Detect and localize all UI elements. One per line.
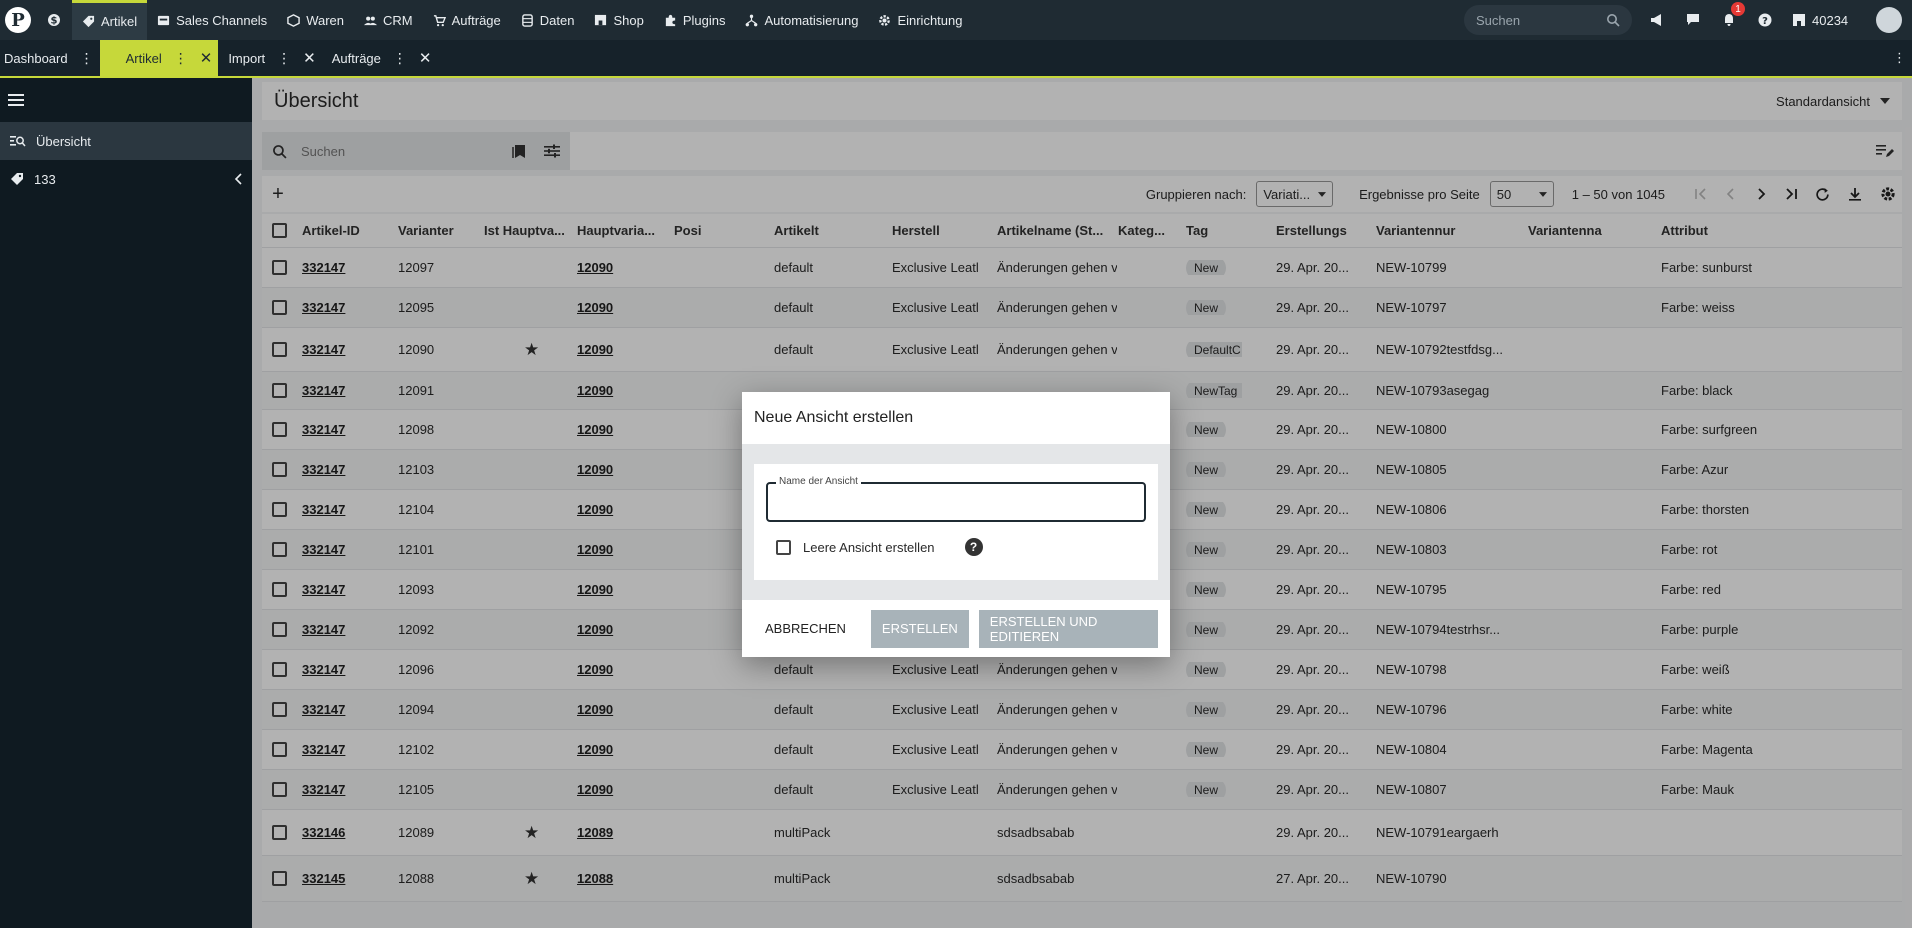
chat-icon[interactable] bbox=[1684, 11, 1702, 29]
nav-artikel[interactable]: Artikel bbox=[72, 0, 148, 40]
user-avatar[interactable] bbox=[1876, 7, 1902, 33]
boxes-icon bbox=[287, 13, 300, 27]
tab-dashboard[interactable]: Dashboard ⋮ bbox=[0, 40, 100, 76]
create-and-edit-button[interactable]: Erstellen und Editieren bbox=[978, 609, 1158, 648]
store-icon bbox=[1793, 14, 1805, 26]
store-switch[interactable]: 40234 bbox=[1792, 13, 1848, 28]
view-name-input[interactable] bbox=[768, 484, 1144, 520]
dollar-icon[interactable]: $ bbox=[36, 0, 72, 40]
dialog-form: Name der Ansicht Leere Ansicht erstellen… bbox=[754, 464, 1158, 580]
global-search-placeholder: Suchen bbox=[1476, 12, 1521, 28]
global-search[interactable]: Suchen bbox=[1464, 5, 1632, 35]
app-logo[interactable]: P bbox=[0, 0, 36, 40]
list-search-icon bbox=[10, 136, 26, 147]
shop-icon bbox=[595, 14, 607, 25]
view-name-label: Name der Ansicht bbox=[776, 476, 861, 487]
more-vert-icon[interactable]: ⋮ bbox=[174, 50, 188, 67]
nav-label: CRM bbox=[383, 12, 413, 28]
close-icon[interactable]: ✕ bbox=[303, 49, 316, 67]
view-name-field: Name der Ansicht bbox=[766, 476, 1146, 522]
menu-icon[interactable] bbox=[0, 78, 252, 122]
more-vert-icon[interactable]: ⋮ bbox=[393, 50, 407, 67]
dialog-actions: Abbrechen Erstellen Erstellen und Editie… bbox=[742, 600, 1170, 657]
puzzle-icon bbox=[665, 14, 675, 26]
close-icon[interactable]: ✕ bbox=[419, 49, 432, 67]
cancel-button[interactable]: Abbrechen bbox=[754, 610, 857, 648]
nav-automatisierung[interactable]: Automatisierung bbox=[735, 0, 868, 40]
empty-view-checkbox[interactable] bbox=[776, 539, 791, 555]
more-vert-icon[interactable]: ⋮ bbox=[277, 50, 291, 67]
tab-label: Artikel bbox=[125, 50, 162, 66]
sidebar-item-label: Übersicht bbox=[36, 133, 91, 149]
notification-badge: 1 bbox=[1731, 2, 1745, 16]
sidebar-item-uebersicht[interactable]: Übersicht bbox=[0, 122, 252, 160]
help-icon[interactable]: ? bbox=[1756, 11, 1774, 29]
flow-icon bbox=[746, 14, 758, 26]
tab-label: Import bbox=[228, 50, 266, 66]
svg-text:?: ? bbox=[1762, 16, 1768, 27]
help-icon[interactable]: ? bbox=[964, 538, 983, 556]
nav-label: Aufträge bbox=[451, 12, 501, 28]
top-navigation: P $ Artikel Sales Channels Waren CRM Auf… bbox=[0, 0, 1912, 40]
nav-waren[interactable]: Waren bbox=[277, 0, 354, 40]
sidebar: Übersicht 133 bbox=[0, 78, 252, 928]
dialog-title: Neue Ansicht erstellen bbox=[754, 409, 914, 426]
nav-label: Einrichtung bbox=[897, 12, 963, 28]
nav-daten[interactable]: Daten bbox=[511, 0, 585, 40]
nav-label: Automatisierung bbox=[764, 12, 859, 28]
dialog-body: Name der Ansicht Leere Ansicht erstellen… bbox=[742, 444, 1170, 600]
nav-label: Shop bbox=[613, 12, 644, 28]
more-vert-icon[interactable]: ⋮ bbox=[80, 50, 94, 67]
nav-crm[interactable]: CRM bbox=[354, 0, 423, 40]
create-button[interactable]: Erstellen bbox=[870, 609, 969, 648]
cart-icon bbox=[433, 14, 446, 26]
nav-auftraege[interactable]: Aufträge bbox=[423, 0, 511, 40]
chevron-left-icon[interactable] bbox=[234, 173, 242, 185]
bell-icon[interactable]: 1 bbox=[1720, 2, 1745, 29]
tab-import[interactable]: Import ⋮ ✕ bbox=[218, 40, 321, 76]
nav-label: Waren bbox=[306, 12, 344, 28]
tab-bar: Dashboard ⋮ Artikel ⋮ ✕ Import ⋮ ✕ Auftr… bbox=[0, 40, 1912, 78]
database-icon bbox=[521, 13, 533, 27]
tab-auftraege[interactable]: Aufträge ⋮ ✕ bbox=[322, 40, 438, 76]
nav-einrichtung[interactable]: Einrichtung bbox=[868, 0, 972, 40]
nav-sales-channels[interactable]: Sales Channels bbox=[147, 0, 277, 40]
nav-label: Daten bbox=[539, 12, 575, 28]
create-view-dialog: Neue Ansicht erstellen Name der Ansicht … bbox=[742, 392, 1170, 657]
nav-label: Plugins bbox=[682, 12, 726, 28]
logo-icon: P bbox=[5, 7, 31, 33]
top-icon-group: 1 ? 40234 bbox=[1648, 0, 1848, 40]
close-icon[interactable]: ✕ bbox=[200, 49, 213, 67]
store-id: 40234 bbox=[1812, 12, 1849, 28]
storefront-icon bbox=[158, 15, 170, 25]
nav-shop[interactable]: Shop bbox=[584, 0, 653, 40]
tab-label: Aufträge bbox=[331, 50, 381, 66]
people-icon bbox=[364, 16, 377, 25]
search-icon bbox=[1607, 14, 1620, 27]
gear-icon bbox=[879, 14, 891, 26]
tabbar-more-icon[interactable]: ⋮ bbox=[1893, 50, 1906, 66]
sidebar-item-label: 133 bbox=[34, 171, 56, 187]
nav-label: Sales Channels bbox=[176, 12, 268, 28]
tag-icon bbox=[82, 15, 95, 28]
tag-icon bbox=[11, 173, 23, 185]
sidebar-item-133[interactable]: 133 bbox=[0, 160, 252, 198]
megaphone-icon[interactable] bbox=[1648, 11, 1666, 29]
empty-view-label[interactable]: Leere Ansicht erstellen bbox=[803, 540, 935, 555]
nav-label: Artikel bbox=[101, 14, 138, 29]
empty-view-option: Leere Ansicht erstellen ? bbox=[766, 538, 1146, 556]
svg-text:$: $ bbox=[51, 16, 58, 27]
tab-artikel[interactable]: Artikel ⋮ ✕ bbox=[99, 40, 219, 76]
nav-plugins[interactable]: Plugins bbox=[654, 0, 736, 40]
tab-label: Dashboard bbox=[4, 50, 68, 66]
